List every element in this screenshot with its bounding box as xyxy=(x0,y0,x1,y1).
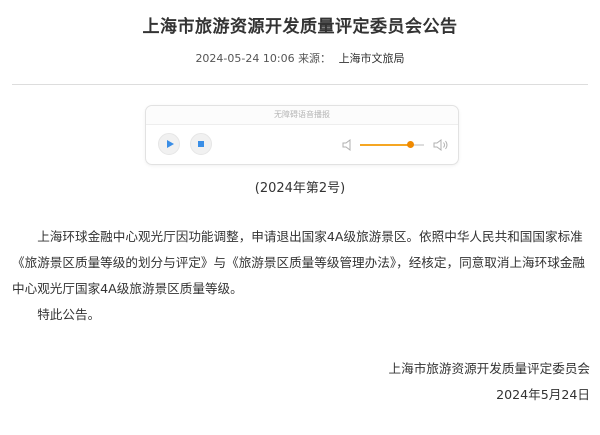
source-label: 来源： xyxy=(298,52,332,65)
stop-icon xyxy=(198,141,204,147)
play-icon xyxy=(167,140,174,148)
page-title: 上海市旅游资源开发质量评定委员会公告 xyxy=(142,17,458,37)
volume-low-icon[interactable] xyxy=(342,137,354,156)
player-caption: 无障碍语音播报 xyxy=(146,106,458,125)
publish-datetime: 2024-05-24 10:06 xyxy=(195,52,295,65)
volume-high-icon[interactable] xyxy=(433,137,449,156)
body-paragraph: 上海环球金融中心观光厅因功能调整，申请退出国家4A级旅游景区。依照中华人民共和国… xyxy=(12,229,586,296)
document-number: (2024年第2号) xyxy=(254,181,346,196)
volume-slider[interactable] xyxy=(360,141,424,148)
article-meta: 2024-05-24 10:06 来源： 上海市文旅局 xyxy=(0,50,600,66)
signer-name: 上海市旅游资源开发质量评定委员会 xyxy=(388,361,591,376)
source-name[interactable]: 上海市文旅局 xyxy=(339,52,405,65)
closing-paragraph: 特此公告。 xyxy=(37,307,101,322)
announcement-body: 上海环球金融中心观光厅因功能调整，申请退出国家4A级旅游景区。依照中华人民共和国… xyxy=(12,224,590,328)
header-divider xyxy=(12,84,588,85)
stop-button[interactable] xyxy=(190,133,212,155)
sign-date: 2024年5月24日 xyxy=(496,387,590,402)
volume-knob[interactable] xyxy=(406,141,414,148)
volume-fill xyxy=(360,144,410,146)
audio-player: 无障碍语音播报 xyxy=(145,105,459,165)
play-button[interactable] xyxy=(158,133,180,155)
